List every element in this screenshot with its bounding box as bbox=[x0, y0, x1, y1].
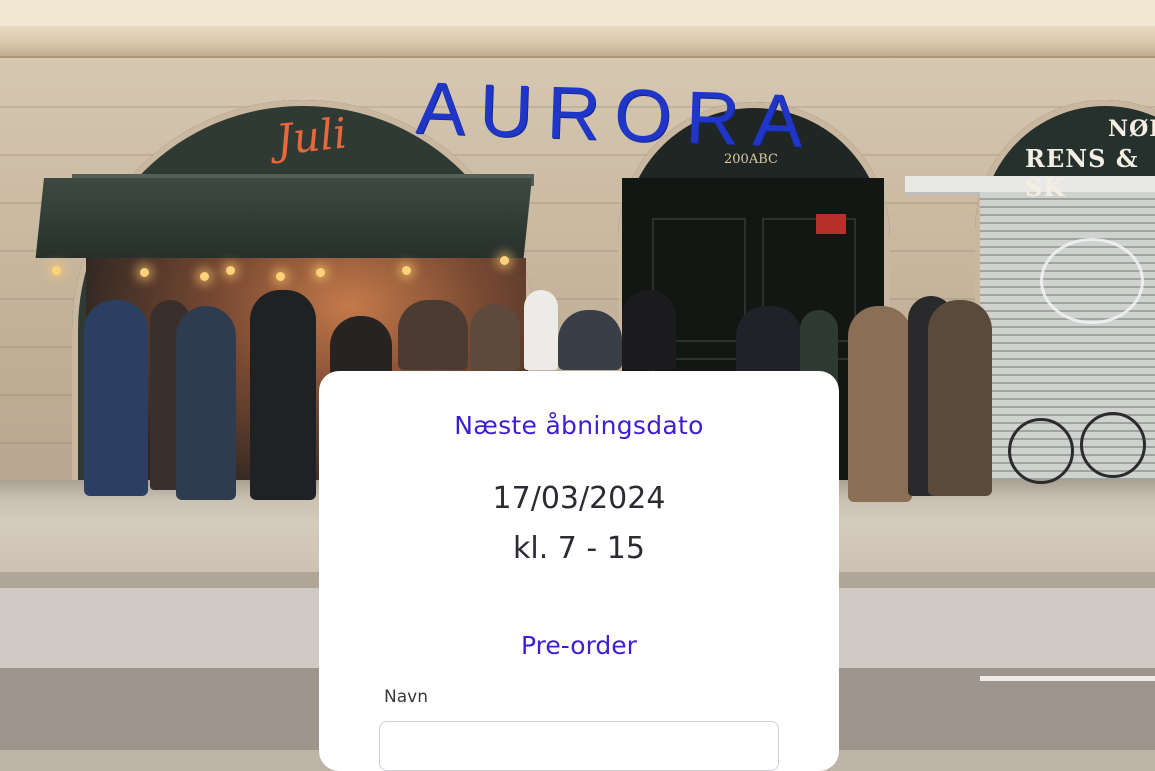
opening-preorder-card: Næste åbningsdato 17/03/2024 kl. 7 - 15 … bbox=[319, 371, 839, 771]
door-red-sign bbox=[816, 214, 846, 234]
road-marking bbox=[980, 676, 1155, 681]
right-sign-line2: RENS & SK bbox=[1025, 144, 1139, 202]
brand-logo: AURORA bbox=[414, 66, 818, 163]
next-opening-date: 17/03/2024 bbox=[492, 481, 666, 516]
bicycle-wheel bbox=[1008, 418, 1074, 484]
shutter-logo bbox=[1040, 238, 1144, 324]
opening-hours: kl. 7 - 15 bbox=[513, 531, 645, 566]
next-opening-label: Næste åbningsdato bbox=[454, 411, 704, 440]
right-sign-line1: NØR bbox=[1108, 116, 1155, 142]
preorder-heading: Pre-order bbox=[521, 631, 637, 660]
neighbor-sign: Juli bbox=[273, 108, 350, 165]
name-field-label: Navn bbox=[384, 687, 428, 707]
bicycle-wheel bbox=[1080, 412, 1146, 478]
name-input[interactable] bbox=[379, 721, 779, 771]
facade-top-band bbox=[0, 0, 1155, 26]
awning-left bbox=[35, 178, 532, 258]
facade-cornice bbox=[0, 26, 1155, 58]
